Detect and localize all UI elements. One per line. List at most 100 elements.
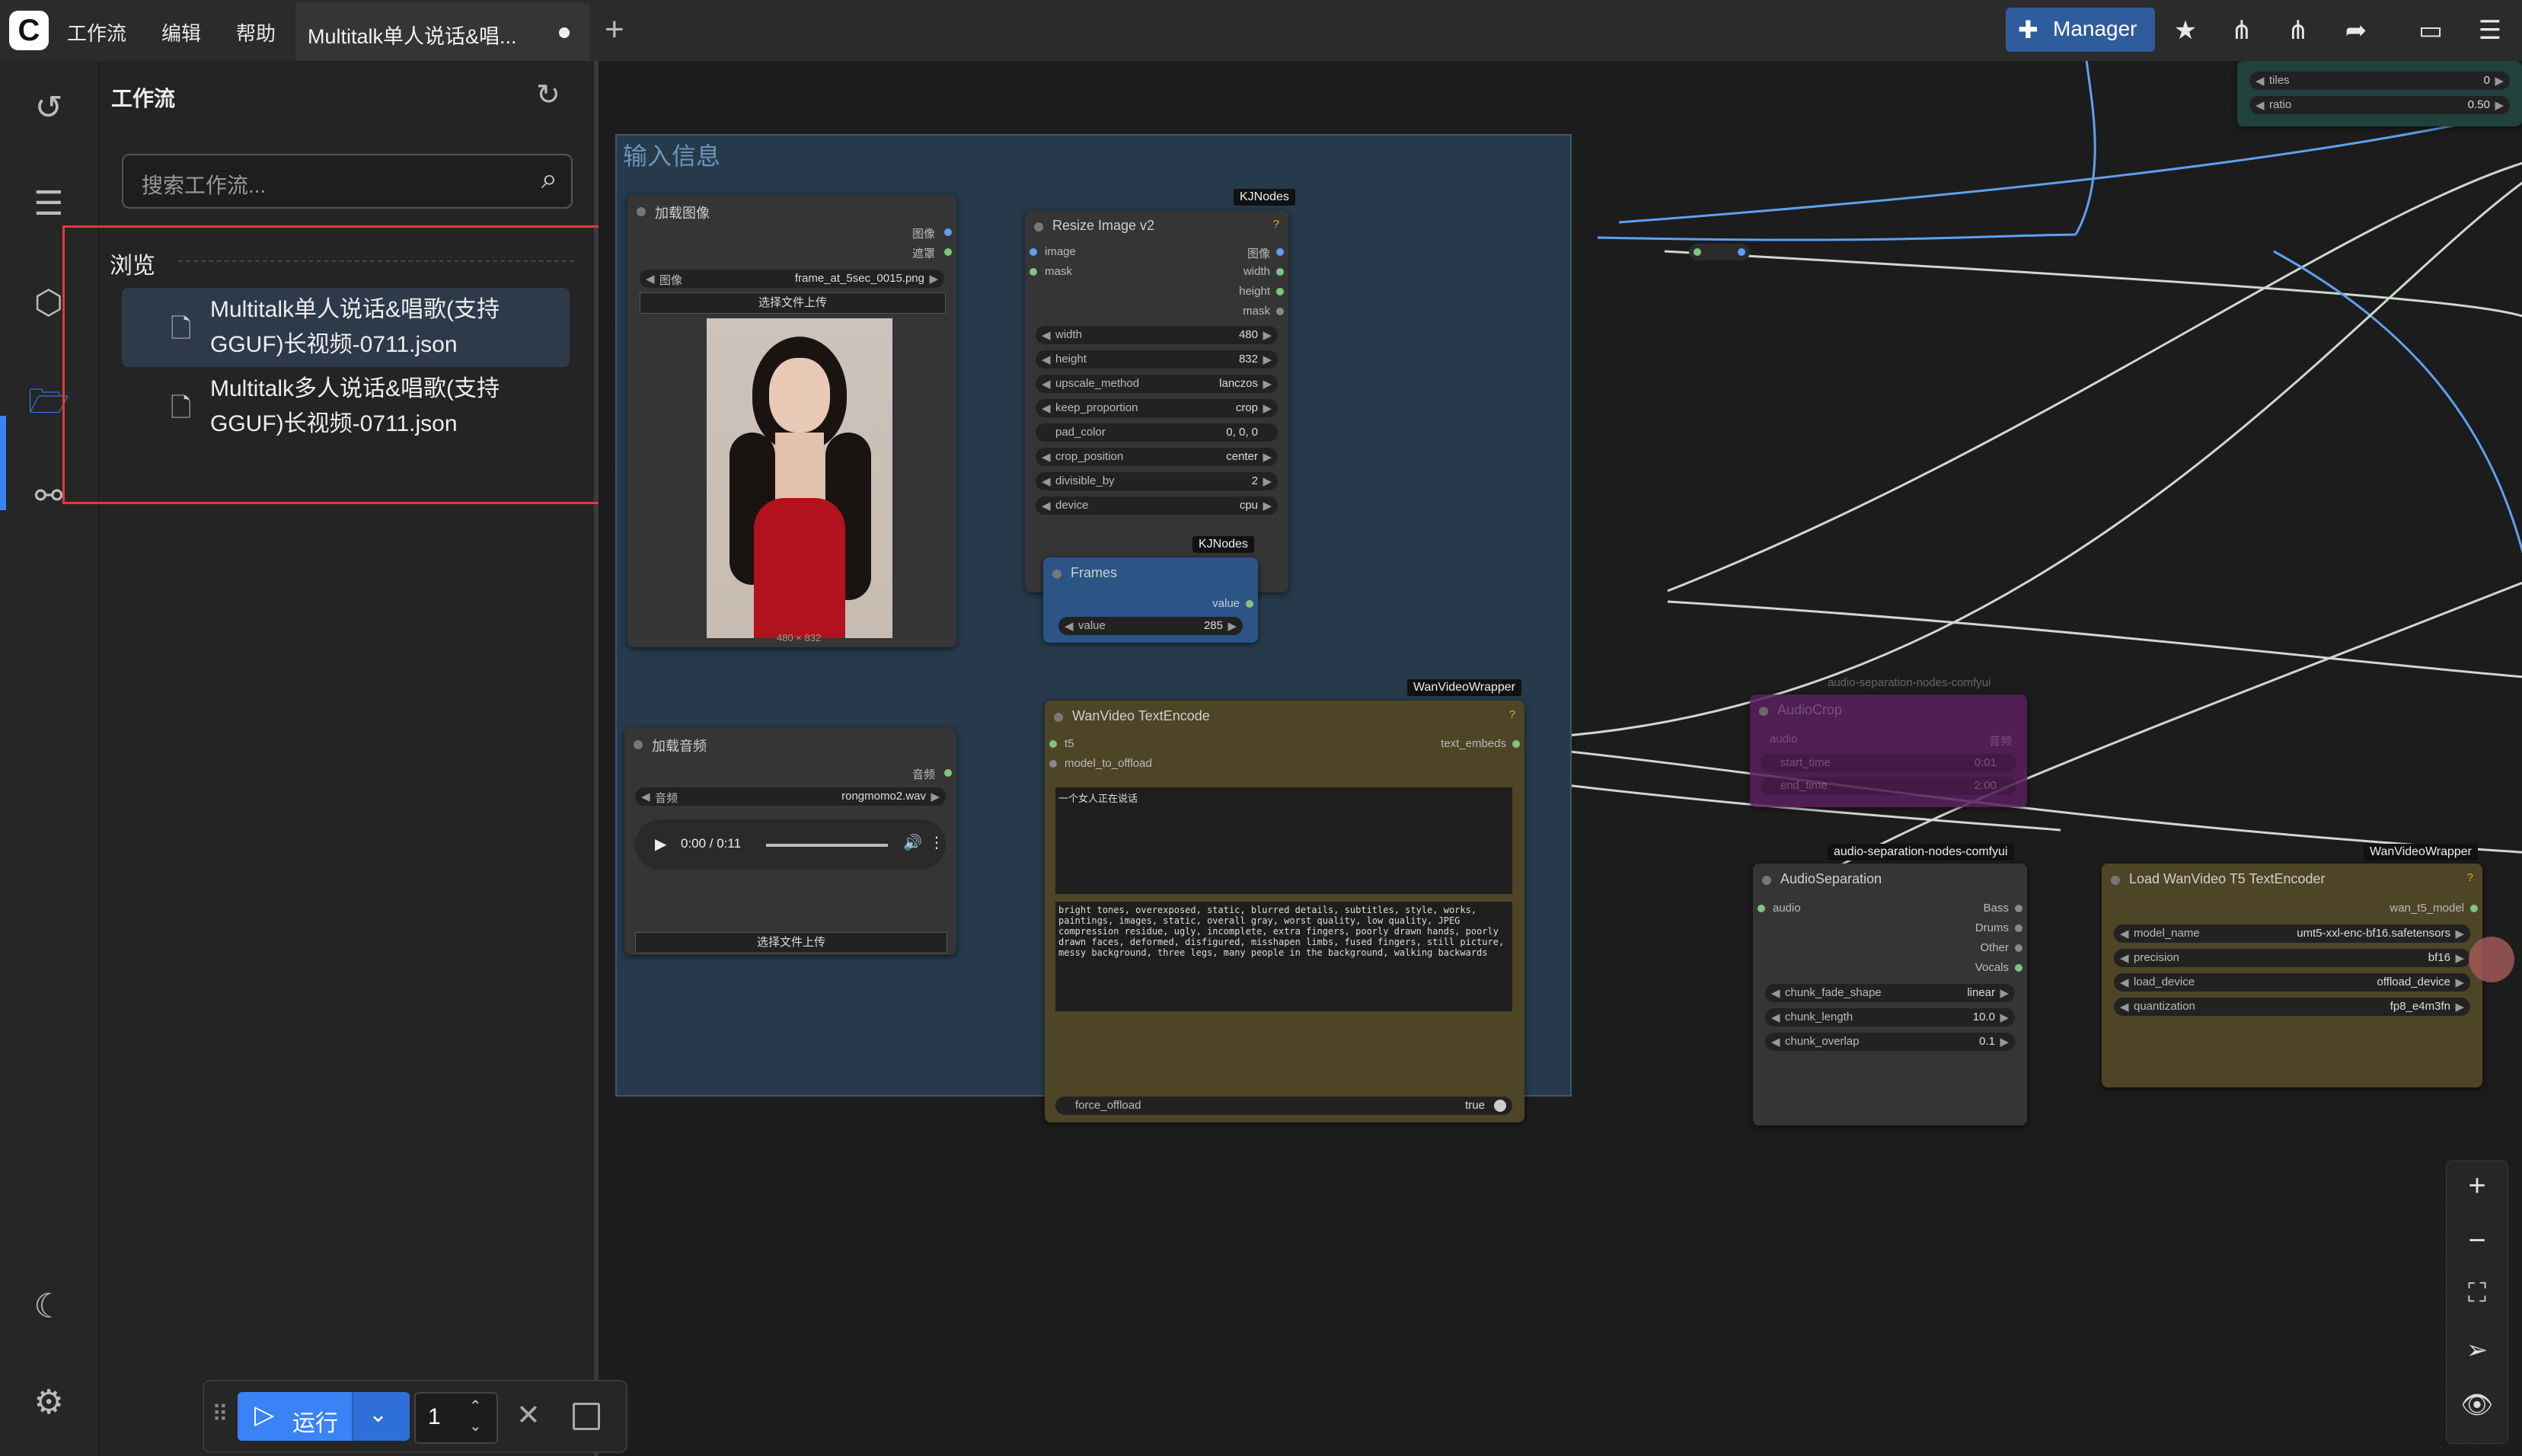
positive-prompt-textarea[interactable]: 一个女人正在说话 (1055, 787, 1512, 894)
output-dot[interactable] (1276, 308, 1284, 315)
zoom-out-icon[interactable]: − (2447, 1224, 2508, 1258)
help-icon[interactable]: ? (1509, 708, 1515, 721)
chevron-up-icon[interactable]: ⌃ (469, 1397, 482, 1416)
widget-pad-color[interactable]: pad_color 0, 0, 0 (1036, 423, 1278, 442)
image-select[interactable]: ◀ 图像 frame_at_5sec_0015.png ▶ (640, 270, 944, 288)
menu-workflow[interactable]: 工作流 (67, 18, 126, 46)
widget-width[interactable]: ◀ width 480 ▶ (1036, 326, 1278, 344)
moon-icon[interactable]: ☾ (24, 1282, 73, 1331)
widget-start-time[interactable]: start_time 0:01 (1761, 754, 2016, 772)
reroute-node[interactable] (1689, 244, 1750, 260)
eye-icon[interactable]: 👁 (2447, 1390, 2508, 1420)
input-dot[interactable] (1757, 905, 1765, 912)
output-dot[interactable] (1512, 740, 1520, 748)
widget-precision[interactable]: ◀ precision bf16 ▶ (2114, 949, 2470, 967)
menu-edit[interactable]: 编辑 (161, 18, 201, 46)
hamburger-menu-icon[interactable]: ☰ (2473, 14, 2507, 47)
widget-chunk-fade-shape[interactable]: ◀ chunk_fade_shape linear ▶ (1765, 984, 2015, 1002)
more-icon[interactable]: ⋮ (929, 833, 944, 852)
queue-list-icon[interactable]: ☰ (24, 180, 73, 228)
widget-crop-position[interactable]: ◀ crop_position center ▶ (1036, 448, 1278, 466)
model-library-icon[interactable]: ⋔ (2281, 14, 2315, 47)
output-dot[interactable] (944, 228, 952, 236)
cancel-icon[interactable]: ✕ (516, 1398, 541, 1432)
widget-chunk-overlap[interactable]: ◀ chunk_overlap 0.1 ▶ (1765, 1033, 2015, 1051)
settings-gear-icon[interactable]: ⚙ (24, 1378, 73, 1427)
negative-prompt-textarea[interactable]: bright tones, overexposed, static, blurr… (1055, 902, 1512, 1011)
comfy-logo[interactable]: C (9, 11, 49, 50)
zoom-in-icon[interactable]: + (2447, 1169, 2508, 1203)
input-dot[interactable] (1030, 248, 1037, 256)
output-dot[interactable] (1276, 248, 1284, 256)
audio-player[interactable]: ▶ 0:00 / 0:11 🔊 ⋮ (635, 819, 946, 870)
fit-view-icon[interactable]: ⛶ (2447, 1279, 2508, 1308)
frames-node[interactable]: Frames value ◀ value 285 ▶ (1043, 557, 1258, 643)
widget-load-device[interactable]: ◀ load_device offload_device ▶ (2114, 973, 2470, 991)
partial-node[interactable]: ◀ tiles 0 ▶ ◀ ratio 0.50 ▶ (2237, 61, 2522, 126)
widget-value[interactable]: ◀ value 285 ▶ (1058, 617, 1243, 635)
input-dot[interactable] (1030, 268, 1037, 276)
panel-toggle-icon[interactable]: ▭ (2414, 14, 2447, 47)
output-dot[interactable] (2015, 905, 2022, 912)
text-encode-node[interactable]: WanVideo TextEncode ? t5 model_to_offloa… (1045, 701, 1524, 1122)
input-dot[interactable] (1049, 760, 1057, 768)
run-mode-dropdown[interactable]: ⌄ (352, 1392, 410, 1441)
output-dot[interactable] (2015, 924, 2022, 932)
search-input[interactable]: 搜索工作流... ⌕ (122, 154, 573, 209)
audiocrop-node[interactable]: AudioCrop audio 音频 start_time 0:01 end_ti… (1750, 694, 2027, 807)
manager-button[interactable]: ✚ Manager (2006, 8, 2155, 52)
share-icon[interactable]: ➦ (2339, 14, 2373, 47)
menu-help[interactable]: 帮助 (236, 18, 276, 46)
drag-handle-icon[interactable]: ⠿ (212, 1401, 228, 1428)
output-dot[interactable] (1276, 288, 1284, 295)
batch-count-stepper[interactable]: 1 ⌃ ⌄ (414, 1392, 498, 1444)
star-icon[interactable]: ★ (2169, 14, 2202, 47)
t5-loader-node[interactable]: Load WanVideo T5 TextEncoder ? wan_t5_mo… (2102, 864, 2482, 1087)
history-icon[interactable]: ↺ (24, 84, 73, 133)
force-offload-toggle[interactable]: force_offload true (1055, 1097, 1512, 1115)
upload-image-button[interactable]: 选择文件上传 (640, 292, 946, 314)
widget-ratio[interactable]: ◀ ratio 0.50 ▶ (2249, 96, 2510, 114)
help-icon[interactable]: ? (2467, 871, 2473, 884)
output-dot[interactable] (944, 769, 952, 777)
output-dot[interactable] (944, 248, 952, 256)
select-mode-icon[interactable]: ➢ (2447, 1335, 2508, 1365)
node-collapse-dot (637, 207, 646, 216)
node-library-icon[interactable]: ⋔ (2225, 14, 2259, 47)
widget-device[interactable]: ◀ device cpu ▶ (1036, 497, 1278, 515)
resize-image-node[interactable]: Resize Image v2 ? image mask 图像 width he… (1025, 210, 1288, 592)
play-icon[interactable]: ▶ (655, 835, 666, 854)
output-dot[interactable] (1276, 268, 1284, 276)
output-dot[interactable] (2015, 964, 2022, 972)
load-image-node[interactable]: 加载图像 图像 遮罩 ◀ 图像 frame_at_5sec_0015.png ▶ 选… (627, 195, 956, 647)
widget-keep-proportion[interactable]: ◀ keep_proportion crop ▶ (1036, 399, 1278, 417)
search-icon[interactable]: ⌕ (541, 163, 557, 196)
widget-end-time[interactable]: end_time 2:00 (1761, 777, 2016, 795)
audio-progress[interactable] (766, 844, 888, 847)
workflow-tab[interactable]: Multitalk单人说话&唱... (295, 3, 589, 63)
audio-select[interactable]: ◀ 音频 rongmomo2.wav ▶ (635, 787, 946, 806)
input-dot[interactable] (1049, 740, 1057, 748)
upload-audio-button[interactable]: 选择文件上传 (635, 932, 947, 953)
new-tab-plus-icon[interactable]: + (605, 11, 624, 49)
help-icon[interactable]: ? (1273, 218, 1279, 231)
output-dot[interactable] (2015, 944, 2022, 952)
widget-upscale-method[interactable]: ◀ upscale_method lanczos ▶ (1036, 375, 1278, 393)
load-audio-node[interactable]: 加载音频 音频 ◀ 音频 rongmomo2.wav ▶ ▶ 0:00 / 0:11 … (624, 728, 956, 955)
widget-tiles[interactable]: ◀ tiles 0 ▶ (2249, 72, 2510, 90)
widget-height[interactable]: ◀ height 832 ▶ (1036, 350, 1278, 369)
widget-quantization[interactable]: ◀ quantization fp8_e4m3fn ▶ (2114, 998, 2470, 1016)
chevron-down-icon[interactable]: ⌄ (469, 1416, 482, 1435)
output-dot[interactable] (2470, 905, 2478, 912)
refresh-icon[interactable]: ↻ (536, 78, 560, 112)
widget-model-name[interactable]: ◀ model_name umt5-xxl-enc-bf16.safetensors… (2114, 924, 2470, 943)
widget-divisible-by[interactable]: ◀ divisible_by 2 ▶ (1036, 472, 1278, 490)
floating-avatar[interactable] (2469, 937, 2514, 982)
volume-icon[interactable]: 🔊 (903, 833, 922, 852)
widget-chunk-length[interactable]: ◀ chunk_length 10.0 ▶ (1765, 1008, 2015, 1027)
audio-separation-node[interactable]: AudioSeparation audio Bass Drums Other V… (1753, 864, 2027, 1126)
node-canvas[interactable]: 输入信息 加载图像 图像 遮罩 ◀ 图像 frame_at_5sec_0015.p… (599, 61, 2522, 1456)
stop-icon[interactable] (573, 1403, 600, 1430)
widget-label: crop_position (1055, 450, 1124, 463)
output-dot[interactable] (1246, 600, 1253, 608)
